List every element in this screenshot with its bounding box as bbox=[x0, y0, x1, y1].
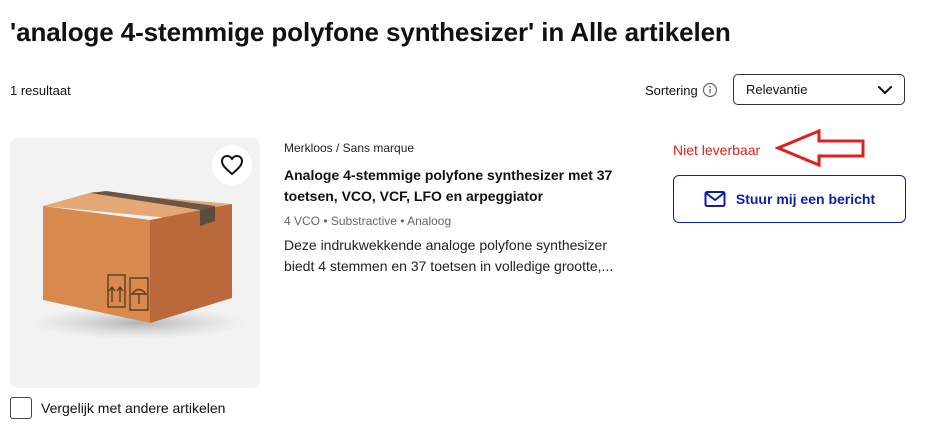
sort-dropdown[interactable]: Relevantie bbox=[733, 74, 905, 105]
chevron-down-icon bbox=[878, 85, 892, 94]
info-icon[interactable] bbox=[702, 82, 718, 98]
product-description: Deze indrukwekkende analoge polyfone syn… bbox=[284, 235, 644, 277]
page-title: 'analoge 4-stemmige polyfone synthesizer… bbox=[10, 17, 731, 47]
description-line-1: Deze indrukwekkende analoge polyfone syn… bbox=[284, 237, 607, 253]
envelope-icon bbox=[704, 191, 726, 207]
product-title-link[interactable]: Analoge 4-stemmige polyfone synthesizer … bbox=[284, 165, 634, 207]
checkbox-box[interactable] bbox=[10, 397, 32, 419]
product-specs: 4 VCO • Substractive • Analoog bbox=[284, 214, 452, 228]
message-button[interactable]: Stuur mij een bericht bbox=[673, 175, 906, 223]
compare-label: Vergelijk met andere artikelen bbox=[41, 400, 226, 416]
sort-selected-value: Relevantie bbox=[746, 82, 808, 97]
description-line-2: biedt 4 stemmen en 37 toetsen in volledi… bbox=[284, 258, 614, 274]
annotation-arrow bbox=[775, 128, 865, 168]
availability-status: Niet leverbaar bbox=[673, 142, 761, 158]
result-count: 1 resultaat bbox=[10, 83, 71, 98]
sort-label: Sortering bbox=[645, 83, 698, 98]
favorite-button[interactable] bbox=[212, 145, 252, 185]
compare-checkbox[interactable]: Vergelijk met andere artikelen bbox=[10, 397, 225, 419]
message-button-label: Stuur mij een bericht bbox=[735, 191, 876, 207]
heart-icon bbox=[221, 155, 243, 175]
product-brand: Merkloos / Sans marque bbox=[284, 141, 415, 155]
